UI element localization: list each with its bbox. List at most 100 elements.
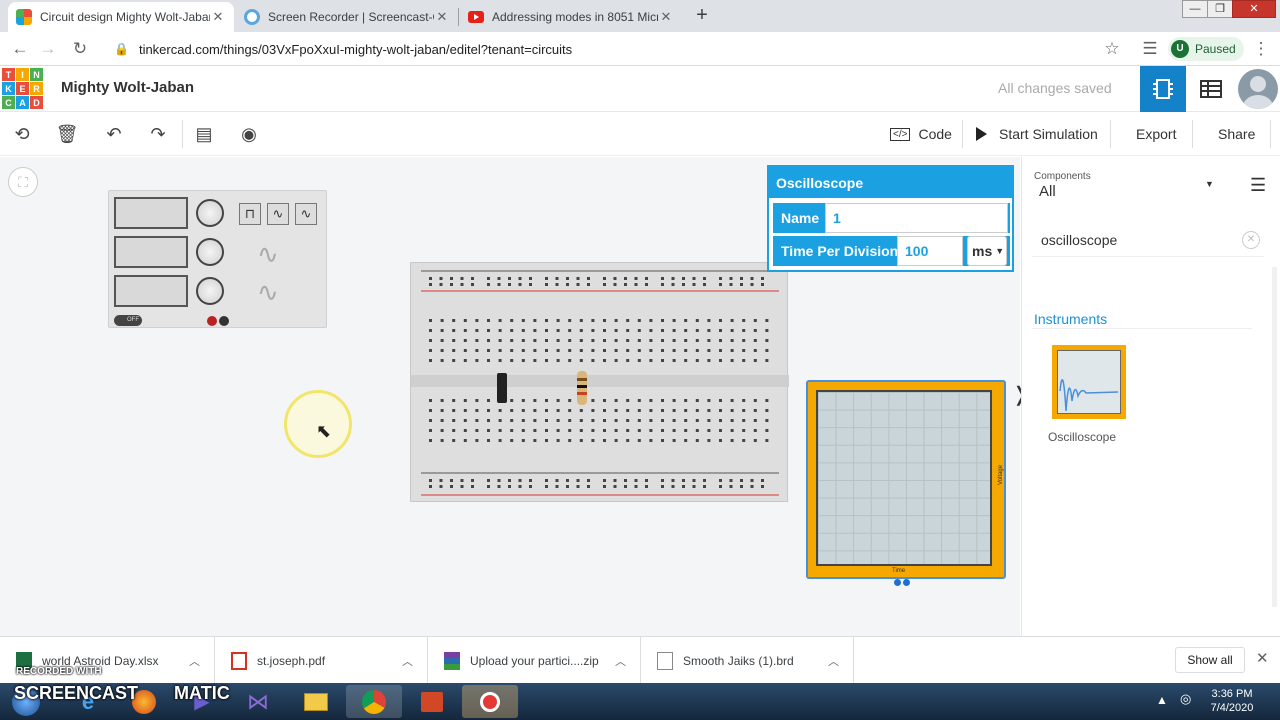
delete-icon[interactable]: 🗑 — [55, 122, 79, 146]
taskbar-chrome[interactable] — [346, 685, 402, 718]
chevron-up-icon[interactable]: ▲ — [1156, 693, 1168, 707]
download-item[interactable]: Smooth Jaiks (1).brd ︿ — [641, 637, 854, 684]
taskbar-powerpoint[interactable] — [404, 685, 460, 718]
psu-knob[interactable] — [196, 199, 224, 227]
time-row: Time Per Division 100 ms ▼ — [773, 236, 1010, 266]
chevron-up-icon[interactable]: ︿ — [189, 653, 200, 669]
download-filename: st.joseph.pdf — [257, 653, 326, 668]
back-icon[interactable]: ← — [9, 38, 31, 60]
sine-wave-icon[interactable]: ∿ — [267, 203, 289, 225]
probe-terminal[interactable] — [894, 579, 901, 586]
address-bar[interactable]: 🔒 tinkercad.com/things/03VxFpoXxuI-might… — [104, 35, 1128, 63]
components-dropdown[interactable]: All — [1039, 183, 1056, 200]
square-wave-icon[interactable]: ⊓ — [239, 203, 261, 225]
start-simulation-button[interactable]: Start Simulation — [966, 120, 1108, 148]
tab-screencast[interactable]: Screen Recorder | Screencast-O- ✕ — [236, 2, 458, 32]
show-all-button[interactable]: Show all — [1175, 647, 1245, 673]
save-status: All changes saved — [998, 80, 1112, 96]
oscilloscope-thumbnail[interactable] — [1052, 345, 1126, 419]
file-icon — [657, 651, 673, 670]
name-input[interactable]: 1 — [825, 203, 1008, 233]
logo-letter: K — [2, 82, 15, 95]
download-filename: Upload your partici....zip — [470, 653, 599, 668]
undo-icon[interactable]: ↶ — [102, 122, 126, 146]
waveform-graphic: ∿ — [257, 277, 279, 307]
tinkercad-logo[interactable]: T I N K E R C A D — [2, 68, 43, 109]
redo-icon[interactable]: ↷ — [146, 122, 170, 146]
clear-icon[interactable]: ✕ — [1242, 231, 1260, 249]
tinkercad-icon — [16, 9, 32, 25]
red-terminal[interactable] — [207, 316, 217, 326]
oscilloscope-component[interactable]: Time Voltage — [806, 380, 1006, 586]
bookmark-star-icon[interactable]: ☆ — [1101, 38, 1123, 60]
notes-icon[interactable]: ▤ — [192, 122, 216, 146]
chevron-up-icon[interactable]: ︿ — [828, 653, 839, 669]
forward-icon[interactable]: → — [37, 38, 59, 60]
breadboard[interactable] — [410, 262, 789, 502]
watermark-text: SCREENCAST — [14, 683, 139, 703]
power-switch[interactable]: OFF — [114, 315, 142, 326]
tab-youtube[interactable]: Addressing modes in 8051 Micro ✕ — [460, 2, 682, 32]
code-button[interactable]: </> Code — [880, 120, 962, 148]
menu-icon[interactable]: ⋮ — [1250, 38, 1272, 60]
fit-view-icon[interactable]: ⛶ — [8, 167, 38, 197]
clock-date: 7/4/2020 — [1210, 702, 1254, 714]
profile-button[interactable]: U Paused — [1168, 37, 1244, 61]
rotate-icon[interactable]: ⟲ — [10, 122, 34, 146]
psu-knob[interactable] — [196, 238, 224, 266]
tab-tinkercad[interactable]: Circuit design Mighty Wolt-Jabar ✕ — [8, 2, 234, 32]
minimize-button[interactable]: — — [1182, 0, 1208, 18]
editor-toolbar: ⟲ 🗑 ↶ ↷ ▤ ◉ </> Code Start Simulation Ex… — [0, 112, 1280, 156]
close-icon[interactable]: ✕ — [210, 9, 226, 25]
chevron-up-icon[interactable]: ︿ — [402, 653, 413, 669]
power-supply[interactable]: ⊓ ∿ ∿ ∿ ∿ OFF — [108, 190, 327, 328]
time-input[interactable]: 100 — [897, 236, 963, 266]
restore-button[interactable]: ❐ — [1207, 0, 1233, 18]
play-icon — [976, 127, 987, 141]
youtube-icon — [468, 11, 484, 23]
close-icon[interactable]: ✕ — [1256, 649, 1269, 667]
scrollbar[interactable] — [1272, 267, 1277, 607]
diode-component[interactable] — [497, 373, 507, 403]
resistor-component[interactable] — [577, 371, 587, 405]
reading-list-icon[interactable]: ☰ — [1139, 38, 1161, 60]
new-tab-button[interactable]: + — [690, 4, 714, 28]
system-clock[interactable]: 3:36 PM 7/4/2020 — [1200, 687, 1264, 715]
breadboard-holes — [411, 270, 789, 496]
network-icon[interactable]: ◎ — [1180, 691, 1191, 707]
triangle-wave-icon[interactable]: ∿ — [295, 203, 317, 225]
psu-knob[interactable] — [196, 277, 224, 305]
export-button[interactable]: Export — [1126, 120, 1186, 148]
download-shelf: world Astroid Day.xlsx ︿ st.joseph.pdf ︿… — [0, 636, 1280, 684]
waveform-graphic: ∿ — [257, 239, 279, 269]
list-view-icon[interactable]: ☰ — [1250, 175, 1266, 196]
reload-icon[interactable]: ↻ — [69, 38, 91, 60]
close-icon[interactable]: ✕ — [658, 9, 674, 25]
scope-voltage-label: Voltage — [998, 464, 1005, 486]
project-title[interactable]: Mighty Wolt-Jaban — [61, 79, 194, 96]
visibility-icon[interactable]: ◉ — [237, 122, 261, 146]
taskbar-recorder[interactable] — [462, 685, 518, 718]
taskbar-vs[interactable]: ⋈ — [230, 685, 286, 718]
lock-icon: 🔒 — [114, 42, 129, 56]
search-input[interactable]: oscilloscope ✕ — [1032, 223, 1264, 257]
black-terminal[interactable] — [219, 316, 229, 326]
chevron-up-icon[interactable]: ︿ — [615, 653, 626, 669]
unit-select[interactable]: ms ▼ — [967, 236, 1007, 266]
share-button[interactable]: Share — [1208, 120, 1265, 148]
chrome-icon — [362, 689, 386, 714]
close-icon[interactable]: ✕ — [434, 9, 450, 25]
user-avatar[interactable] — [1238, 69, 1278, 109]
download-item[interactable]: Upload your partici....zip ︿ — [428, 637, 641, 684]
probe-terminal[interactable] — [903, 579, 910, 586]
section-title: Instruments — [1034, 311, 1108, 327]
chevron-down-icon[interactable]: ▼ — [1205, 179, 1214, 189]
inspector-title: Oscilloscope — [769, 167, 1012, 198]
taskbar-explorer[interactable] — [288, 685, 344, 718]
close-window-button[interactable]: ✕ — [1232, 0, 1276, 18]
circuit-view-button[interactable] — [1140, 66, 1186, 112]
app-header: T I N K E R C A D Mighty Wolt-Jaban All … — [0, 66, 1280, 112]
download-item[interactable]: st.joseph.pdf ︿ — [215, 637, 428, 684]
component-list-button[interactable] — [1188, 66, 1234, 112]
screencast-icon — [244, 9, 260, 25]
